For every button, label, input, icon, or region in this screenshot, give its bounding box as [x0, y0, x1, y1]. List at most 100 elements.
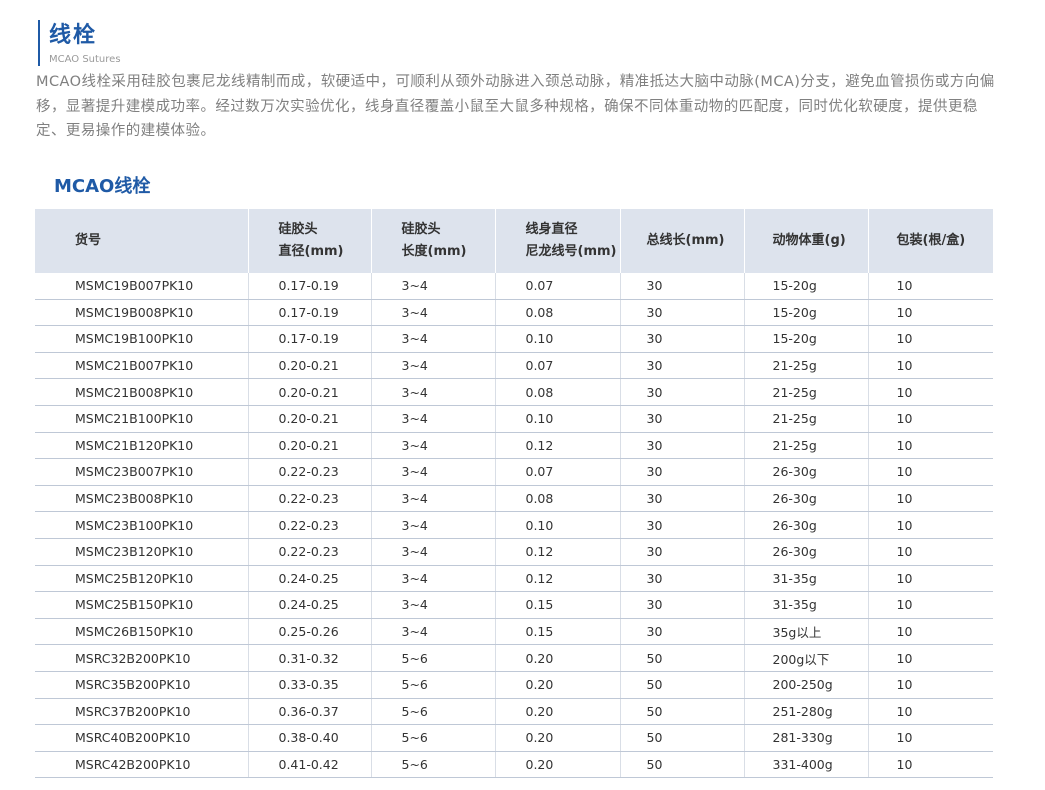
cell-total-length: 50 — [620, 644, 745, 672]
cell-line-diameter: 0.12 — [495, 538, 621, 566]
cell-animal-weight: 331-400g — [744, 751, 869, 779]
cell-tip-length: 3~4 — [371, 538, 496, 566]
cell-item-no: MSMC21B100PK10 — [35, 405, 249, 433]
table-row: MSRC32B200PK10 0.31-0.32 5~6 0.20 50 200g以下 10 — [35, 644, 993, 672]
cell-package: 10 — [868, 299, 993, 327]
cell-tip-diameter: 0.22-0.23 — [248, 458, 372, 486]
cell-animal-weight: 31-35g — [744, 591, 869, 619]
cell-package: 10 — [868, 378, 993, 406]
cell-line-diameter: 0.07 — [495, 458, 621, 486]
cell-package: 10 — [868, 352, 993, 380]
cell-tip-length: 3~4 — [371, 432, 496, 460]
cell-tip-diameter: 0.36-0.37 — [248, 698, 372, 726]
cell-line-diameter: 0.15 — [495, 591, 621, 619]
cell-tip-length: 3~4 — [371, 273, 496, 300]
table-body: MSMC19B007PK10 0.17-0.19 3~4 0.07 30 15-20g 10… — [35, 273, 993, 779]
table-row: MSRC37B200PK10 0.36-0.37 5~6 0.20 50 251-280g… — [35, 698, 993, 726]
cell-item-no: MSMC21B120PK10 — [35, 432, 249, 460]
cell-animal-weight: 26-30g — [744, 458, 869, 486]
cell-item-no: MSMC25B150PK10 — [35, 591, 249, 619]
cell-package: 10 — [868, 591, 993, 619]
cell-tip-diameter: 0.38-0.40 — [248, 724, 372, 752]
table-row: MSMC19B007PK10 0.17-0.19 3~4 0.07 30 15-20g 10 — [35, 273, 993, 300]
cell-tip-length: 5~6 — [371, 698, 496, 726]
cell-animal-weight: 200g以下 — [744, 644, 869, 672]
cell-animal-weight: 31-35g — [744, 565, 869, 593]
cell-tip-length: 3~4 — [371, 378, 496, 406]
cell-tip-length: 3~4 — [371, 325, 496, 353]
cell-total-length: 30 — [620, 458, 745, 486]
cell-line-diameter: 0.08 — [495, 299, 621, 327]
cell-package: 10 — [868, 671, 993, 699]
cell-line-diameter: 0.20 — [495, 724, 621, 752]
cell-line-diameter: 0.20 — [495, 751, 621, 779]
cell-animal-weight: 15-20g — [744, 325, 869, 353]
cell-tip-diameter: 0.22-0.23 — [248, 485, 372, 513]
cell-tip-diameter: 0.41-0.42 — [248, 751, 372, 779]
header-cell-total-length: 总线长(mm) — [620, 209, 745, 273]
cell-item-no: MSMC21B008PK10 — [35, 378, 249, 406]
table-row: MSMC25B120PK10 0.24-0.25 3~4 0.12 30 31-35g 10 — [35, 565, 993, 593]
cell-total-length: 30 — [620, 565, 745, 593]
cell-package: 10 — [868, 511, 993, 539]
header-cell-item-no: 货号 — [35, 209, 249, 273]
cell-animal-weight: 26-30g — [744, 511, 869, 539]
cell-item-no: MSRC32B200PK10 — [35, 644, 249, 672]
cell-line-diameter: 0.07 — [495, 352, 621, 380]
cell-line-diameter: 0.10 — [495, 405, 621, 433]
cell-total-length: 30 — [620, 485, 745, 513]
cell-animal-weight: 21-25g — [744, 432, 869, 460]
cell-item-no: MSMC23B120PK10 — [35, 538, 249, 566]
cell-animal-weight: 21-25g — [744, 405, 869, 433]
cell-tip-diameter: 0.20-0.21 — [248, 378, 372, 406]
header-cell-package: 包装(根/盒) — [868, 209, 993, 273]
cell-item-no: MSRC40B200PK10 — [35, 724, 249, 752]
cell-tip-length: 3~4 — [371, 618, 496, 646]
cell-item-no: MSRC35B200PK10 — [35, 671, 249, 699]
cell-item-no: MSMC23B007PK10 — [35, 458, 249, 486]
cell-animal-weight: 21-25g — [744, 352, 869, 380]
cell-line-diameter: 0.20 — [495, 671, 621, 699]
cell-total-length: 30 — [620, 378, 745, 406]
table-row: MSRC35B200PK10 0.33-0.35 5~6 0.20 50 200-250g… — [35, 671, 993, 699]
cell-tip-diameter: 0.22-0.23 — [248, 538, 372, 566]
cell-total-length: 30 — [620, 511, 745, 539]
cell-animal-weight: 200-250g — [744, 671, 869, 699]
cell-item-no: MSMC19B008PK10 — [35, 299, 249, 327]
table-row: MSMC23B120PK10 0.22-0.23 3~4 0.12 30 26-30g 10 — [35, 538, 993, 566]
cell-item-no: MSMC23B008PK10 — [35, 485, 249, 513]
table-row: MSMC21B100PK10 0.20-0.21 3~4 0.10 30 21-25g 10 — [35, 405, 993, 433]
cell-package: 10 — [868, 325, 993, 353]
cell-item-no: MSMC23B100PK10 — [35, 511, 249, 539]
cell-package: 10 — [868, 724, 993, 752]
cell-total-length: 50 — [620, 724, 745, 752]
page-subtitle: MCAO Sutures — [49, 54, 121, 65]
cell-tip-length: 3~4 — [371, 591, 496, 619]
cell-tip-diameter: 0.24-0.25 — [248, 565, 372, 593]
cell-package: 10 — [868, 273, 993, 300]
intro-paragraph: MCAO线栓采用硅胶包裹尼龙线精制而成，软硬适中，可顺利从颈外动脉进入颈总动脉，… — [36, 74, 995, 139]
cell-animal-weight: 21-25g — [744, 378, 869, 406]
cell-tip-diameter: 0.22-0.23 — [248, 511, 372, 539]
cell-tip-diameter: 0.20-0.21 — [248, 432, 372, 460]
table-row: MSMC23B100PK10 0.22-0.23 3~4 0.10 30 26-30g 10 — [35, 511, 993, 539]
cell-package: 10 — [868, 644, 993, 672]
cell-line-diameter: 0.10 — [495, 511, 621, 539]
cell-line-diameter: 0.20 — [495, 644, 621, 672]
cell-tip-diameter: 0.25-0.26 — [248, 618, 372, 646]
cell-animal-weight: 281-330g — [744, 724, 869, 752]
table-row: MSMC21B008PK10 0.20-0.21 3~4 0.08 30 21-25g 10 — [35, 378, 993, 406]
cell-package: 10 — [868, 405, 993, 433]
cell-total-length: 30 — [620, 591, 745, 619]
cell-item-no: MSMC26B150PK10 — [35, 618, 249, 646]
cell-item-no: MSMC21B007PK10 — [35, 352, 249, 380]
cell-tip-diameter: 0.20-0.21 — [248, 405, 372, 433]
cell-tip-length: 3~4 — [371, 299, 496, 327]
cell-total-length: 30 — [620, 618, 745, 646]
table-row: MSMC26B150PK10 0.25-0.26 3~4 0.15 30 35g以上 10 — [35, 618, 993, 646]
header-cell-tip-length: 硅胶头 长度(mm) — [371, 209, 496, 273]
table-row: MSMC21B007PK10 0.20-0.21 3~4 0.07 30 21-25g 10 — [35, 352, 993, 380]
cell-item-no: MSRC37B200PK10 — [35, 698, 249, 726]
cell-tip-length: 5~6 — [371, 751, 496, 779]
cell-tip-length: 3~4 — [371, 485, 496, 513]
